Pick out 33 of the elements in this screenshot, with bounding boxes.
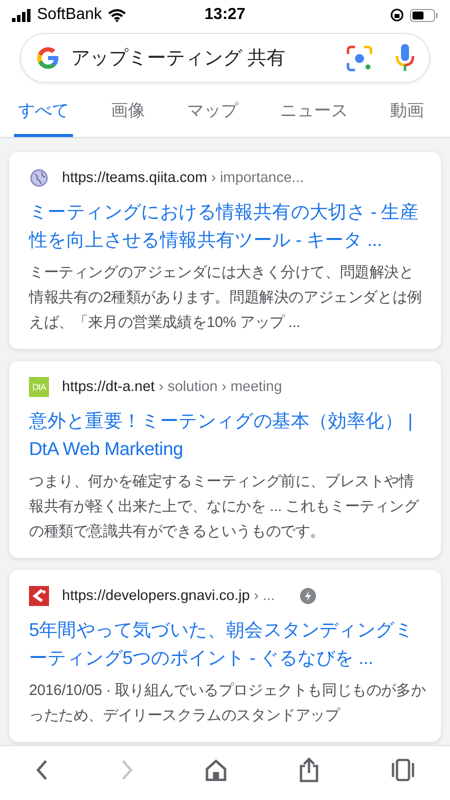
signal-icon (12, 8, 32, 22)
tabs-icon (390, 758, 415, 782)
orientation-lock-icon (390, 8, 404, 22)
result-url[interactable]: https://teams.qiita.com › importance... (62, 170, 304, 186)
result-url[interactable]: https://dt-a.net › solution › meeting (62, 379, 282, 395)
site-logo: DtA (29, 377, 49, 397)
result-snippet: 2016/10/05 · 取り組んでいるプロジェクトも同じものが多かったため、デイリースクラムのスタンドアップ (29, 681, 427, 726)
share-icon (298, 757, 320, 783)
forward-icon (120, 759, 134, 781)
camera-lens-icon[interactable] (346, 44, 373, 72)
battery-icon (410, 8, 438, 22)
globe-icon (29, 168, 49, 188)
search-tab[interactable]: マップ (187, 93, 238, 137)
search-tab[interactable]: 動画 (390, 93, 424, 137)
result-title-link[interactable]: ミーティングにおける情報共有の大切さ - 生産性を向上させる情報共有ツール - キータ ... (29, 198, 427, 254)
home-icon (204, 759, 227, 781)
microphone-icon[interactable] (395, 43, 415, 73)
search-tab[interactable]: すべて (14, 93, 73, 137)
wifi-icon (108, 8, 126, 22)
result-title-link[interactable]: 意外と重要！ミーテンィグの基本（効率化） | DtA Web Marketing (29, 407, 427, 463)
search-tab[interactable]: ニュース (280, 93, 348, 137)
back-icon (35, 759, 50, 781)
result-url[interactable]: https://developers.gnavi.co.jp › ... (62, 588, 275, 604)
site-logo-icon (29, 586, 49, 606)
search-field[interactable]: アップミーティング 共有 (20, 33, 430, 83)
carrier-name: SoftBank (37, 6, 102, 24)
result-title-link[interactable]: 5年間やって気づいた、朝会スタンディングミーティング5つのポイント - ぐるなびを ... (29, 616, 427, 672)
search-query[interactable]: アップミーティング 共有 (69, 46, 346, 70)
search-tab[interactable]: 画像 (111, 93, 145, 137)
result-snippet: つまり、何かを確定するミーティング前に、ブレストや情報共有が軽く出来た上で、なにかを ... これもミーティングの種類で意識共有ができるというものです。 (29, 472, 420, 542)
clock-time: 13:27 (204, 6, 246, 24)
google-logo-icon (35, 45, 61, 71)
result-snippet: ミーティングのアジェンダには大きく分けて、問題解決と情報共有の2種類があります。問題解決のアジェンダとは例えば、「来月の営業成績を10% アップ ... (29, 263, 423, 333)
